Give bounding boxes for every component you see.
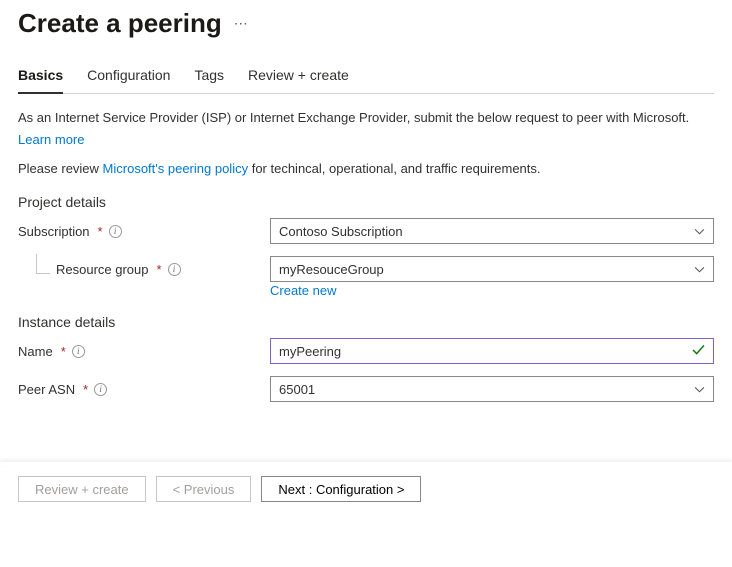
chevron-down-icon <box>694 224 705 239</box>
peering-policy-link[interactable]: Microsoft's peering policy <box>103 161 249 176</box>
policy-text: Please review Microsoft's peering policy… <box>18 159 714 179</box>
required-asterisk: * <box>157 262 162 277</box>
name-label: Name <box>18 344 53 359</box>
policy-suffix: for techincal, operational, and traffic … <box>248 161 540 176</box>
peer-asn-label: Peer ASN <box>18 382 75 397</box>
create-new-link[interactable]: Create new <box>270 283 336 298</box>
more-icon[interactable]: ⋯ <box>234 15 249 32</box>
tab-basics[interactable]: Basics <box>18 59 63 93</box>
chevron-down-icon <box>694 382 705 397</box>
peer-asn-select[interactable]: 65001 <box>270 376 714 402</box>
subscription-value: Contoso Subscription <box>279 224 403 239</box>
required-asterisk: * <box>83 382 88 397</box>
name-input[interactable]: myPeering <box>270 338 714 364</box>
page-title: Create a peering <box>18 8 222 39</box>
tab-tags[interactable]: Tags <box>194 59 224 93</box>
tab-review-create[interactable]: Review + create <box>248 59 349 93</box>
chevron-down-icon <box>694 262 705 277</box>
info-icon[interactable]: i <box>94 383 107 396</box>
policy-prefix: Please review <box>18 161 103 176</box>
tab-configuration[interactable]: Configuration <box>87 59 170 93</box>
review-create-button: Review + create <box>18 476 146 502</box>
required-asterisk: * <box>98 224 103 239</box>
intro-text: As an Internet Service Provider (ISP) or… <box>18 108 714 128</box>
footer-bar: Review + create < Previous Next : Config… <box>18 462 714 502</box>
next-button[interactable]: Next : Configuration > <box>261 476 421 502</box>
resource-group-label: Resource group <box>56 262 149 277</box>
instance-details-heading: Instance details <box>18 314 714 330</box>
name-value: myPeering <box>279 344 341 359</box>
resource-group-select[interactable]: myResouceGroup <box>270 256 714 282</box>
tab-bar: Basics Configuration Tags Review + creat… <box>18 59 714 94</box>
info-icon[interactable]: i <box>109 225 122 238</box>
required-asterisk: * <box>61 344 66 359</box>
resource-group-value: myResouceGroup <box>279 262 384 277</box>
project-details-heading: Project details <box>18 194 714 210</box>
check-icon <box>692 344 705 359</box>
subscription-label: Subscription <box>18 224 90 239</box>
subscription-select[interactable]: Contoso Subscription <box>270 218 714 244</box>
info-icon[interactable]: i <box>168 263 181 276</box>
info-icon[interactable]: i <box>72 345 85 358</box>
peer-asn-value: 65001 <box>279 382 315 397</box>
tree-connector <box>36 254 50 274</box>
learn-more-link[interactable]: Learn more <box>18 132 84 147</box>
previous-button: < Previous <box>156 476 252 502</box>
